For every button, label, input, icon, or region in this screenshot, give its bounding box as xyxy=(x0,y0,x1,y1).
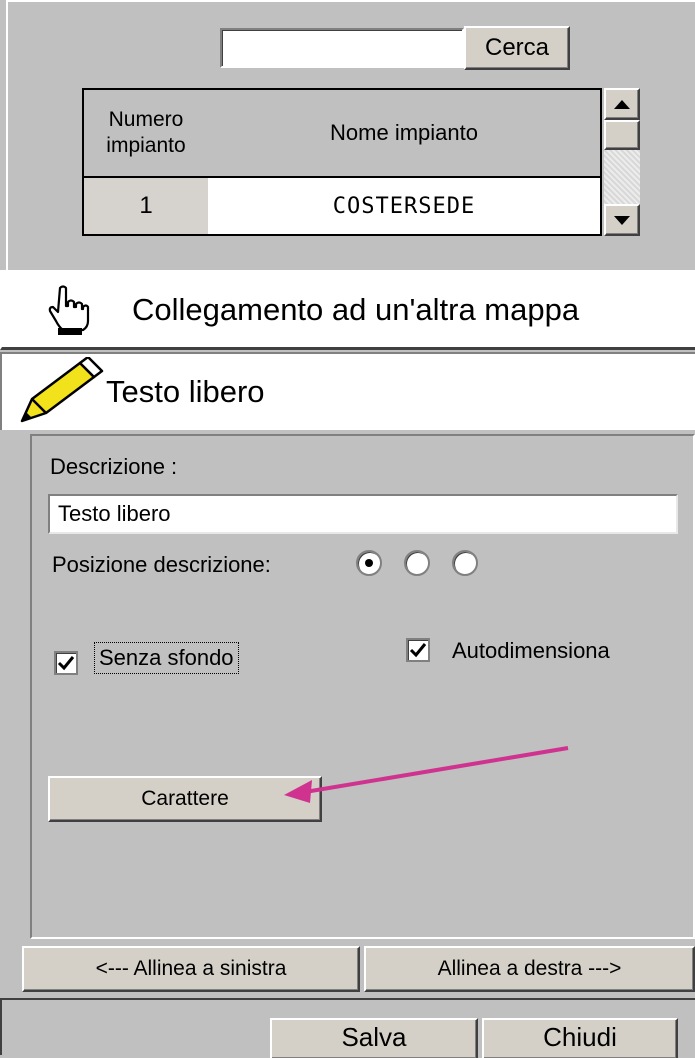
scroll-down-button[interactable] xyxy=(604,204,640,236)
description-label: Descrizione : xyxy=(50,454,178,479)
description-input[interactable]: Testo libero xyxy=(48,494,678,534)
autosize-label[interactable]: Autodimensiona xyxy=(452,638,610,664)
position-radio-1[interactable] xyxy=(356,550,382,576)
checkmark-icon xyxy=(409,643,427,658)
hand-pointer-icon xyxy=(48,284,90,335)
close-button[interactable]: Chiudi xyxy=(482,1018,678,1058)
table-cell-name[interactable]: COSTERSEDE xyxy=(208,176,602,236)
search-button[interactable]: Cerca xyxy=(464,26,570,70)
tab-free-text[interactable]: Testo libero xyxy=(0,352,695,430)
tab-link-label: Collegamento ad un'altra mappa xyxy=(132,291,580,327)
position-radio-3[interactable] xyxy=(452,550,478,576)
align-right-button[interactable]: Allinea a destra ---> xyxy=(364,946,695,992)
search-input[interactable] xyxy=(220,28,464,68)
position-label: Posizione descrizione: xyxy=(52,552,271,577)
save-button[interactable]: Salva xyxy=(270,1018,478,1058)
no-background-checkbox[interactable] xyxy=(54,651,78,675)
scroll-thumb[interactable] xyxy=(604,120,640,150)
checkmark-icon xyxy=(57,656,75,671)
column-header-name[interactable]: Nome impianto xyxy=(208,88,602,178)
table-cell-number[interactable]: 1 xyxy=(82,176,210,236)
arrow-down-icon xyxy=(614,215,630,225)
arrow-up-icon xyxy=(614,99,630,109)
font-button[interactable]: Carattere xyxy=(48,776,322,822)
column-header-number[interactable]: Numero impianto xyxy=(82,88,210,178)
tab-link-to-map[interactable]: Collegamento ad un'altra mappa xyxy=(0,270,695,350)
tab-free-text-label: Testo libero xyxy=(106,374,265,409)
radio-selected-dot xyxy=(365,559,373,567)
no-background-label[interactable]: Senza sfondo xyxy=(94,642,239,674)
pencil-icon xyxy=(20,357,104,423)
position-radio-2[interactable] xyxy=(404,550,430,576)
align-left-button[interactable]: <--- Allinea a sinistra xyxy=(22,946,360,992)
scroll-up-button[interactable] xyxy=(604,88,640,120)
autosize-checkbox[interactable] xyxy=(406,638,430,662)
